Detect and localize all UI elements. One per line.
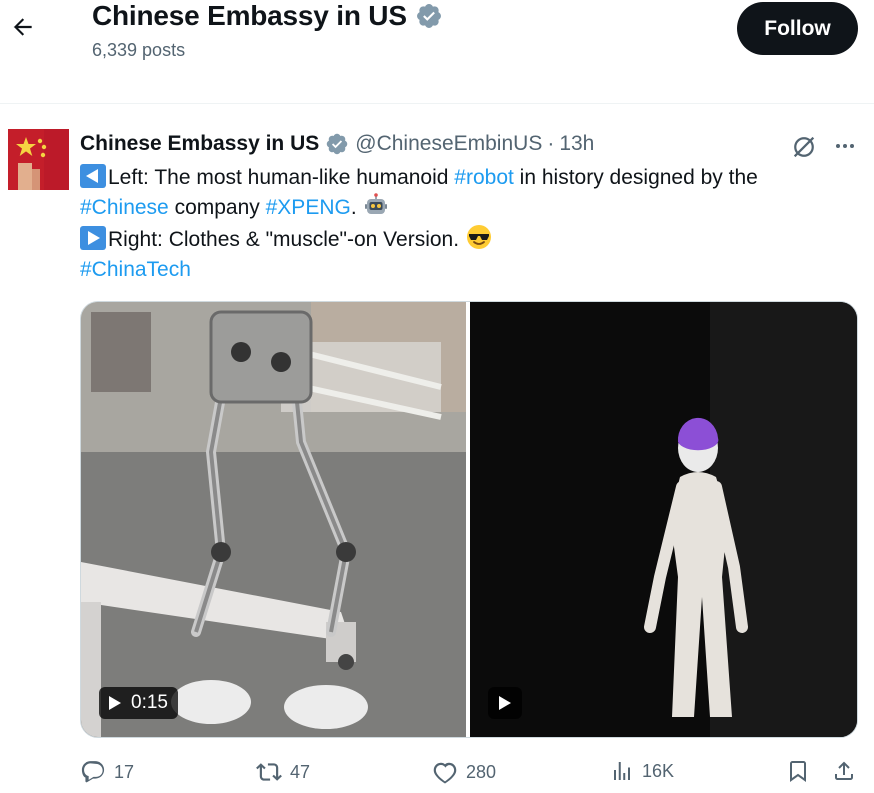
verified-badge-icon [327, 133, 348, 155]
tweet-text: Left: The most human-like humanoid #robo… [80, 163, 860, 285]
like-button[interactable]: 280 [432, 759, 496, 785]
like-count: 280 [466, 761, 497, 782]
reply-icon [81, 761, 105, 783]
author-name[interactable]: Chinese Embassy in US [80, 131, 319, 157]
tweet-text-segment: Left: The most human-like humanoid [108, 166, 455, 189]
video-right[interactable] [470, 302, 857, 737]
more-icon [836, 144, 854, 148]
video-left[interactable]: 0:15 [81, 302, 466, 737]
tweet-text-segment: . [350, 196, 363, 219]
tweet-line-1: Left: The most human-like humanoid #robo… [80, 163, 860, 193]
profile-header: Chinese Embassy in US 6,339 posts Follow [0, 0, 874, 104]
author-handle[interactable]: @ChineseEmbinUS [355, 131, 542, 157]
repost-icon [256, 763, 282, 781]
hashtag-chinatech[interactable]: #ChinaTech [80, 258, 191, 281]
views-button[interactable]: 16K [610, 759, 674, 783]
hashtag-chinese[interactable]: #Chinese [80, 196, 169, 219]
more-button[interactable] [832, 133, 858, 159]
tweet-line-4: #ChinaTech [80, 255, 860, 285]
robot-emoji-icon [364, 193, 387, 214]
left-arrow-emoji-icon [80, 164, 106, 188]
right-arrow-emoji-icon [80, 226, 106, 250]
tweet-time[interactable]: 13h [559, 131, 594, 157]
tweet-text-segment: company [168, 196, 266, 219]
flag-avatar-image [8, 129, 69, 190]
tweet[interactable]: Chinese Embassy in US @ChineseEmbinUS · … [0, 105, 874, 793]
grok-icon [793, 136, 815, 158]
repost-button[interactable]: 47 [256, 759, 310, 785]
post-count: 6,339 posts [92, 40, 186, 60]
grok-button[interactable] [790, 133, 818, 161]
repost-count: 47 [290, 761, 311, 782]
bookmark-button[interactable] [786, 759, 810, 783]
media-grid: 0:15 [80, 301, 858, 738]
share-icon [835, 761, 853, 780]
sunglasses-emoji-icon [466, 225, 491, 249]
robot-skeleton-video-frame [81, 302, 466, 737]
tweet-actions: 17 47 280 16K [80, 755, 860, 791]
profile-title-row: Chinese Embassy in US [92, 0, 443, 32]
share-button[interactable] [832, 759, 856, 783]
tweet-line-2: #Chinese company #XPENG. [80, 193, 860, 223]
video-duration: 0:15 [131, 692, 168, 713]
back-button[interactable] [6, 10, 40, 44]
tweet-line-3: Right: Clothes & "muscle"-on Version. [80, 223, 860, 255]
hashtag-xpeng[interactable]: #XPENG [266, 196, 351, 219]
reply-count: 17 [114, 761, 135, 782]
hashtag-robot[interactable]: #robot [454, 166, 514, 189]
tweet-header: Chinese Embassy in US @ChineseEmbinUS · … [80, 131, 594, 157]
profile-name: Chinese Embassy in US [92, 0, 407, 31]
dot-separator: · [547, 132, 555, 155]
views-count: 16K [642, 760, 675, 781]
robot-clothed-video-frame [470, 302, 857, 737]
video-play-button[interactable] [488, 687, 522, 719]
follow-button[interactable]: Follow [737, 2, 858, 55]
play-icon [109, 696, 121, 710]
tweet-text-segment: in history designed by the [513, 166, 758, 189]
bookmark-icon [790, 761, 806, 782]
play-icon [499, 696, 511, 710]
like-icon [433, 762, 457, 784]
verified-badge-icon [416, 4, 441, 28]
back-arrow-icon [13, 18, 32, 36]
avatar[interactable] [8, 129, 69, 190]
tweet-text-segment: Right: Clothes & "muscle"-on Version. [108, 228, 465, 251]
video-duration-badge[interactable]: 0:15 [99, 687, 178, 719]
views-icon [614, 762, 630, 780]
reply-button[interactable]: 17 [80, 759, 134, 785]
